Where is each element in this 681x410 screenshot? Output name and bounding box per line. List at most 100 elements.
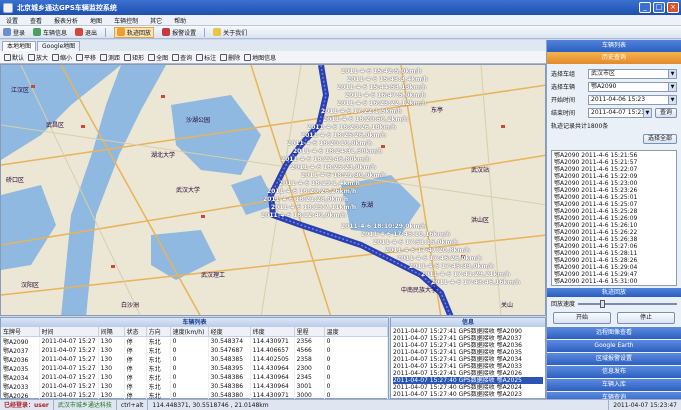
info-log-list[interactable]: 2011-04-07 15:27:41 GPS数据接收 鄂A2090 2011-… <box>391 327 545 398</box>
stop-button[interactable]: 停止 <box>617 312 675 324</box>
list-item[interactable]: 鄂A2090 2011-4-6 15:29:47 <box>554 271 674 278</box>
column-header[interactable]: 车牌号 <box>1 327 40 337</box>
tool-full-map[interactable]: 全图 <box>148 53 168 62</box>
list-item[interactable]: 鄂A2090 2011-4-6 15:21:57 <box>554 159 674 166</box>
start-button[interactable]: 开始 <box>553 312 611 324</box>
column-header[interactable]: 里程 <box>294 327 325 337</box>
tool-default[interactable]: 默认 <box>4 53 24 62</box>
exit-button[interactable]: 退出 <box>75 28 97 37</box>
list-item[interactable]: 鄂A2090 2011-4-6 15:26:09 <box>554 215 674 222</box>
tool-mark[interactable]: 标注 <box>196 53 216 62</box>
log-line[interactable]: 2011-04-07 15:27:41 GPS数据接收 鄂A2036 <box>393 342 543 349</box>
tool-measure[interactable]: 测距 <box>100 53 120 62</box>
list-item[interactable]: 鄂A2090 2011-4-6 15:22:09 <box>554 173 674 180</box>
list-item[interactable]: 鄂A2090 2011-4-6 15:28:26 <box>554 257 674 264</box>
column-header[interactable]: 速度(km/h) <box>170 327 209 337</box>
tool-zoom-out[interactable]: 缩小 <box>52 53 72 62</box>
tool-zoom-in[interactable]: 放大 <box>28 53 48 62</box>
table-row[interactable]: 鄂A2033 2011-04-07 15:27 130 停 东北 0 30.54… <box>1 382 389 391</box>
list-item[interactable]: 鄂A2090 2011-4-6 15:22:07 <box>554 166 674 173</box>
list-item[interactable]: 鄂A2090 2011-4-6 15:28:11 <box>554 250 674 257</box>
menu-help[interactable]: 帮助 <box>174 16 186 25</box>
menu-vehicle-control[interactable]: 车辆控制 <box>114 16 138 25</box>
table-row[interactable]: 鄂A2037 2011-04-07 15:27 130 停 东北 0 30.54… <box>1 346 389 355</box>
select-all-button[interactable]: 选择全部 <box>642 133 677 144</box>
start-time-field[interactable]: 2011-04-06 15:23 ▼ <box>588 94 677 105</box>
nav-publish-info[interactable]: 信息发布 <box>547 366 681 378</box>
list-item[interactable]: 鄂A2090 2011-4-6 15:25:07 <box>554 201 674 208</box>
table-row[interactable]: 鄂A2090 2011-04-07 15:27 130 停 东北 0 30.54… <box>1 336 389 346</box>
log-line[interactable]: 2011-04-07 15:27:41 GPS数据接收 鄂A2034 <box>393 356 543 363</box>
column-header[interactable]: 间隔 <box>98 327 125 337</box>
log-line-selected[interactable]: 2011-04-07 15:27:40 GPS数据接收 鄂A2025 <box>393 377 543 384</box>
column-header[interactable]: 温度 <box>324 327 389 337</box>
log-line[interactable]: 2011-04-07 15:27:41 GPS数据接收 鄂A2090 <box>393 328 543 335</box>
nav-vehicle-storage[interactable]: 车辆入库 <box>547 379 681 391</box>
log-line[interactable]: 2011-04-07 15:27:41 GPS数据接收 鄂A2026 <box>393 370 543 377</box>
chevron-down-icon[interactable]: ▼ <box>668 69 676 78</box>
close-button[interactable]: × <box>667 2 679 13</box>
chevron-down-icon[interactable]: ▼ <box>668 82 676 91</box>
menu-reports[interactable]: 报表分析 <box>54 16 78 25</box>
table-row[interactable]: 鄂A2036 2011-04-07 15:27 130 停 东北 0 30.54… <box>1 355 389 364</box>
track-record-list[interactable]: 鄂A2090 2011-4-6 15:21:56 鄂A2090 2011-4-6… <box>551 150 677 286</box>
tool-map-info[interactable]: 地图信息 <box>244 53 276 62</box>
group-select[interactable]: 武汉市区 ▼ <box>588 68 677 79</box>
tool-rectangle[interactable]: 矩形 <box>124 53 144 62</box>
tab-local-map[interactable]: 本地地图 <box>2 41 37 51</box>
slider-handle[interactable] <box>599 299 605 308</box>
nav-remote-image[interactable]: 远程图像查看 <box>547 327 681 339</box>
tab-google-map[interactable]: Google地图 <box>37 41 81 51</box>
list-item[interactable]: 鄂A2090 2011-4-6 15:25:01 <box>554 194 674 201</box>
column-header[interactable]: 纬度 <box>250 327 295 337</box>
maximize-button[interactable]: □ <box>653 2 665 13</box>
menu-bar: 设置 查看 报表分析 地图 车辆控制 其它 帮助 <box>0 15 681 26</box>
list-item[interactable]: 鄂A2090 2011-4-6 15:31:00 <box>554 278 674 285</box>
tool-pan[interactable]: 平移 <box>76 53 96 62</box>
column-header[interactable]: 状态 <box>124 327 147 337</box>
column-header[interactable]: 经度 <box>208 327 251 337</box>
vehicle-info-button[interactable]: 车辆信息 <box>33 28 67 37</box>
nav-area-alarm[interactable]: 区域报警设置 <box>547 353 681 365</box>
menu-map[interactable]: 地图 <box>90 16 102 25</box>
table-row[interactable]: 鄂A2034 2011-04-07 15:27 130 停 东北 0 30.54… <box>1 373 389 382</box>
list-item[interactable]: 鄂A2090 2011-4-6 15:25:28 <box>554 208 674 215</box>
vehicle-list-header[interactable]: 车辆列表 <box>547 40 681 52</box>
login-button[interactable]: 登录 <box>3 28 25 37</box>
log-line[interactable]: 2011-04-07 15:27:41 GPS数据接收 鄂A2037 <box>393 335 543 342</box>
track-playback-button[interactable]: 轨迹回放 <box>114 26 155 38</box>
list-item[interactable]: 鄂A2090 2011-4-6 15:26:22 <box>554 229 674 236</box>
log-line[interactable]: 2011-04-07 15:27:40 GPS数据接收 鄂A2023 <box>393 391 543 398</box>
menu-view[interactable]: 查看 <box>30 16 42 25</box>
alarm-settings-button[interactable]: 报警设置 <box>162 28 196 37</box>
history-query-header[interactable]: 历史查询 <box>547 52 681 64</box>
nav-google-earth[interactable]: Google Earth <box>547 340 681 352</box>
tool-delete[interactable]: 删除 <box>220 53 240 62</box>
list-item[interactable]: 鄂A2090 2011-4-6 15:21:56 <box>554 152 674 159</box>
list-item[interactable]: 鄂A2090 2011-4-6 15:26:38 <box>554 236 674 243</box>
column-header[interactable]: 方向 <box>146 327 171 337</box>
log-line[interactable]: 2011-04-07 15:27:40 GPS数据接收 鄂A2024 <box>393 384 543 391</box>
end-time-field[interactable]: 2011-04-07 15:23 ▼ <box>588 107 652 118</box>
list-item[interactable]: 鄂A2090 2011-4-6 15:23:00 <box>554 180 674 187</box>
vehicle-select[interactable]: 鄂A2090 ▼ <box>588 81 677 92</box>
list-item[interactable]: 鄂A2090 2011-4-6 15:29:04 <box>554 264 674 271</box>
chevron-down-icon[interactable]: ▼ <box>668 95 676 104</box>
list-item[interactable]: 鄂A2090 2011-4-6 15:27:06 <box>554 243 674 250</box>
log-line[interactable]: 2011-04-07 15:27:41 GPS数据接收 鄂A2035 <box>393 349 543 356</box>
log-line[interactable]: 2011-04-07 15:27:41 GPS数据接收 鄂A2033 <box>393 363 543 370</box>
about-button[interactable]: 关于我们 <box>213 28 247 37</box>
table-row[interactable]: 鄂A2035 2011-04-07 15:27 130 停 东北 0 30.54… <box>1 364 389 373</box>
minimize-button[interactable]: _ <box>639 2 651 13</box>
speed-slider[interactable] <box>578 299 677 308</box>
map-canvas[interactable]: 武昌区 江汉区 硚口区 汉阳区 武汉大学 湖北大学 中南民族大学 沙湖公园 东湖… <box>0 64 546 316</box>
chevron-down-icon[interactable]: ▼ <box>642 108 651 117</box>
column-header[interactable]: 时间 <box>39 327 99 337</box>
query-button[interactable]: 查询 <box>654 107 677 118</box>
tool-query[interactable]: 查询 <box>172 53 192 62</box>
list-item[interactable]: 鄂A2090 2011-4-6 15:26:10 <box>554 222 674 229</box>
status-company-link[interactable]: 武汉市城乡通达科技 <box>54 399 117 410</box>
list-item[interactable]: 鄂A2090 2011-4-6 15:23:26 <box>554 187 674 194</box>
menu-other[interactable]: 其它 <box>150 16 162 25</box>
menu-settings[interactable]: 设置 <box>6 16 18 25</box>
